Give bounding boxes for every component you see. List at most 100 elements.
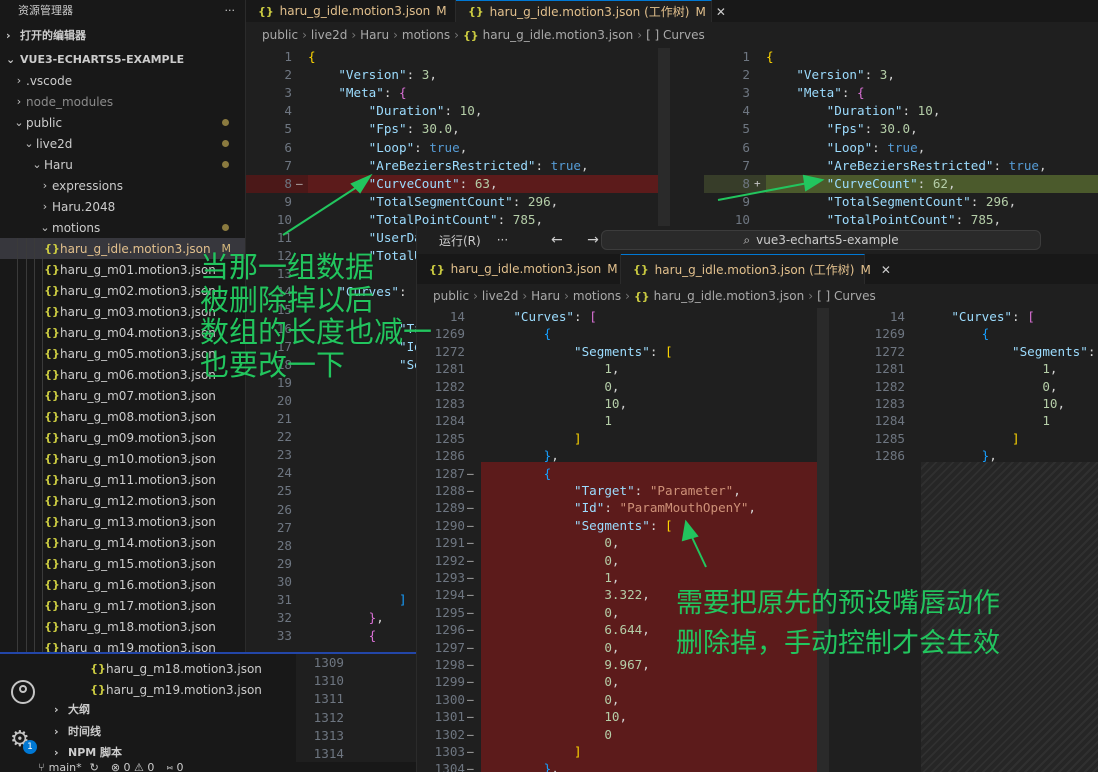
breadcrumb-item[interactable]: live2d [482,289,518,303]
tree-file-haru_g_m14-motion3-json[interactable]: {} haru_g_m14.motion3.json [0,532,245,553]
json-file-icon: {} [44,620,60,633]
tree-item-vscode[interactable]: › .vscode [0,70,245,91]
tree-file[interactable]: {} haru_g_m18.motion3.json [90,658,262,679]
tree-file-haru_g_m12-motion3-json[interactable]: {} haru_g_m12.motion3.json [0,490,245,511]
second-window-sidebar: ⚙ 1 ≶ {} haru_g_m18.motion3.json {} haru… [0,652,416,772]
tree-file-label: haru_g_m06.motion3.json [60,367,216,382]
code-line: 1282 0, [434,378,620,394]
original-pane[interactable]: 14 "Curves": [1269 {1272 "Segments": [12… [417,308,829,772]
json-file-icon: {} [258,4,274,18]
tree-file-haru_g_m11-motion3-json[interactable]: {} haru_g_m11.motion3.json [0,469,245,490]
timeline-section[interactable]: › 时间线 [48,720,101,742]
tree-item-node-modules[interactable]: › node_modules [0,91,245,112]
modified-dot [222,119,229,126]
tab-idle-motion[interactable]: {} haru_g_idle.motion3.json M [417,254,621,284]
tree-file-label: haru_g_m04.motion3.json [60,325,216,340]
title-bar: 运行(R) ··· ← → ⌕ vue3-echarts5-example [417,226,1098,254]
json-file-icon: {} [44,347,60,360]
status-branch[interactable]: main* [49,761,82,772]
tree-file-label: haru_g_m13.motion3.json [60,514,216,529]
indent-guide [17,238,18,652]
json-file-icon: {} [44,431,60,444]
tree-file-label: haru_g_m17.motion3.json [60,598,216,613]
tree-item-public[interactable]: ⌄ public [0,112,245,133]
more-actions-icon[interactable]: ··· [225,4,236,17]
tree-file-haru_g_m18-motion3-json[interactable]: {} haru_g_m18.motion3.json [0,616,245,637]
account-icon[interactable] [11,680,35,704]
code-line: 1286 }, [874,448,997,464]
json-file-icon: {} [44,578,60,591]
open-editors-section[interactable]: › 打开的编辑器 [0,24,245,46]
tree-file-haru_g_m07-motion3-json[interactable]: {} haru_g_m07.motion3.json [0,385,245,406]
line-number: 1310 [313,673,344,689]
json-file-icon: {} [44,452,60,465]
code-line: 1272 "Segments": [ [874,343,1096,359]
tab-label: haru_g_idle.motion3.json [279,4,431,18]
tree-item-label: node_modules [26,94,114,109]
tree-file-haru_g_m09-motion3-json[interactable]: {} haru_g_m09.motion3.json [0,427,245,448]
breadcrumb-item[interactable]: public [262,28,298,42]
tree-file-label: haru_g_m19.motion3.json [60,640,216,653]
tree-file-haru_g_m19-motion3-json[interactable]: {} haru_g_m19.motion3.json [0,637,245,653]
code-line: 1283 10, [434,396,628,411]
breadcrumb-item[interactable]: Haru [531,289,560,303]
json-file-icon: {} [44,473,60,486]
modified-dot [222,140,229,147]
line-number: 30 [276,573,292,589]
outline-section[interactable]: › 大纲 [48,698,90,720]
command-center-search[interactable]: ⌕ vue3-echarts5-example [601,230,1041,250]
activity-bar: ⚙ 1 ≶ [0,654,46,772]
breadcrumb-item[interactable]: haru_g_idle.motion3.json [483,28,634,42]
tab-label: haru_g_idle.motion3.json [450,262,602,276]
deleted-line: 1301— 10, [434,709,628,725]
tree-item-haru[interactable]: ⌄ Haru [0,154,245,175]
tree-file-label: haru_g_m08.motion3.json [60,409,216,424]
chevron-right-icon: › [42,200,48,213]
tree-item-haru-2048[interactable]: › Haru.2048 [0,196,245,217]
json-file-icon: {} [462,28,479,42]
json-file-icon: {} [44,494,60,507]
line-number: 26 [276,501,292,517]
modified-flag: M [436,4,447,18]
tree-item-live2d[interactable]: ⌄ live2d [0,133,245,154]
sync-icon[interactable]: ↻ [90,761,99,772]
line-number: 23 [276,447,292,463]
tree-item-motions[interactable]: ⌄ motions [0,217,245,238]
modified-dot [222,224,229,231]
breadcrumb-item[interactable]: haru_g_idle.motion3.json [654,289,805,303]
inserted-line: "CurveCount": 62, [766,174,1098,193]
tree-file-haru_g_m08-motion3-json[interactable]: {} haru_g_m08.motion3.json [0,406,245,427]
breadcrumb-item[interactable]: [ ] Curves [817,289,876,303]
tab-idle-motion[interactable]: {} haru_g_idle.motion3.json M [246,0,456,22]
more-menu-icon[interactable]: ··· [481,233,508,247]
status-ports[interactable]: ⑅ 0 [166,761,183,772]
tab-idle-motion-worktree[interactable]: {} haru_g_idle.motion3.json (工作树) M ✕ [456,0,726,22]
breadcrumb-item[interactable]: Haru [360,28,389,42]
tree-file-haru_g_m13-motion3-json[interactable]: {} haru_g_m13.motion3.json [0,511,245,532]
deleted-line: 1304— }, [434,761,559,772]
breadcrumb-item[interactable]: public [433,289,469,303]
json-file-icon: {} [44,368,60,381]
tree-item-expressions[interactable]: › expressions [0,175,245,196]
indent-guide [26,238,27,652]
close-icon[interactable]: ✕ [881,263,891,277]
scrollbar[interactable] [817,308,829,772]
close-icon[interactable]: ✕ [716,5,726,19]
tree-file-haru_g_m10-motion3-json[interactable]: {} haru_g_m10.motion3.json [0,448,245,469]
branch-icon: ⑂ [38,760,45,772]
tree-file-haru_g_m16-motion3-json[interactable]: {} haru_g_m16.motion3.json [0,574,245,595]
project-section[interactable]: ⌄ VUE3-ECHARTS5-EXAMPLE [0,48,245,70]
breadcrumb-item[interactable]: live2d [311,28,347,42]
breadcrumb-item[interactable]: motions [402,28,450,42]
breadcrumb-item[interactable]: motions [573,289,621,303]
explorer-title: 资源管理器 [18,4,73,17]
deleted-line: 1287— { [434,465,552,481]
tree-file-haru_g_m15-motion3-json[interactable]: {} haru_g_m15.motion3.json [0,553,245,574]
modified-pane[interactable]: 14 "Curves": [1269 {1272 "Segments": [12… [861,308,1098,772]
tree-file-haru_g_m17-motion3-json[interactable]: {} haru_g_m17.motion3.json [0,595,245,616]
status-problems[interactable]: ⊗ 0 ⚠ 0 [111,761,155,772]
tree-file[interactable]: {} haru_g_m19.motion3.json [90,679,262,700]
breadcrumb-item[interactable]: [ ] Curves [646,28,705,42]
menu-run[interactable]: 运行(R) [417,232,481,249]
tab-idle-motion-worktree[interactable]: {} haru_g_idle.motion3.json (工作树) M ✕ [621,254,891,284]
